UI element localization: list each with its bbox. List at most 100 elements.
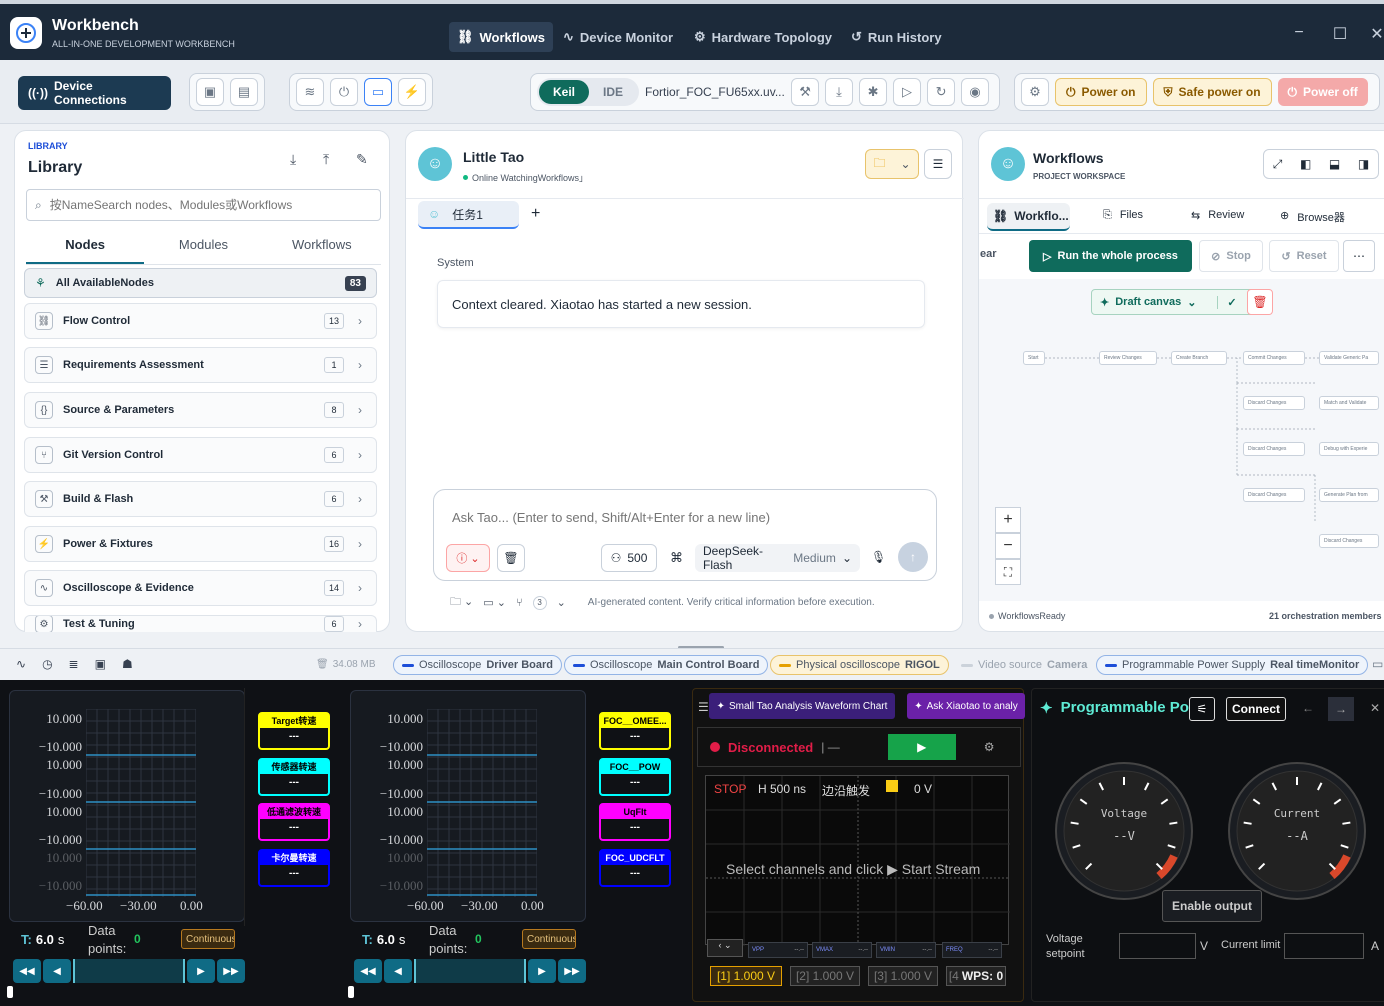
analysis-chart-button[interactable]: ✦ Small Tao Analysis Waveform Chart xyxy=(709,693,895,719)
fast-forward-icon[interactable]: ▶▶ xyxy=(558,959,586,983)
build-icon[interactable]: ⚒ xyxy=(791,78,820,106)
continuous-mode-toggle[interactable]: Continuous xyxy=(522,929,576,949)
channel-select[interactable]: ‹ ⌄ xyxy=(707,939,743,957)
zoom-out-button[interactable]: − xyxy=(995,533,1021,559)
tab-hardware-topology[interactable]: ⚙ Hardware Topology xyxy=(686,22,840,52)
fit-view-icon[interactable]: ⛶ xyxy=(995,559,1021,585)
channel-legend[interactable]: 卡尔曼转速 --- xyxy=(258,849,330,887)
continuous-mode-toggle[interactable]: Continuous xyxy=(181,929,235,949)
voltage-setpoint-input[interactable] xyxy=(1119,933,1196,959)
ide-option[interactable]: IDE xyxy=(589,80,637,104)
device-icon[interactable]: ▭ ⌄ xyxy=(483,596,506,609)
magic-wand-icon[interactable]: ✎ xyxy=(356,151,368,168)
board-icon[interactable]: ▤ xyxy=(230,78,258,106)
more-icon[interactable]: ⋯ xyxy=(1343,240,1375,272)
resize-handle[interactable] xyxy=(348,986,354,998)
library-category[interactable]: ⑂ Git Version Control 6 › xyxy=(24,437,377,473)
step-back-icon[interactable]: ◀ xyxy=(43,959,71,983)
power-icon[interactable]: ⏻ xyxy=(330,78,358,106)
workflow-node[interactable]: Discard Changes xyxy=(1243,396,1305,410)
arrow-left-icon[interactable]: ← xyxy=(1302,701,1314,715)
channel-scale-button[interactable]: [2] 1.000 V xyxy=(790,966,860,986)
workflow-node[interactable]: Start xyxy=(1023,351,1045,365)
clear-button[interactable]: ear xyxy=(980,248,997,260)
tab-device-monitor[interactable]: ∿ Device Monitor xyxy=(555,22,681,52)
channel-scale-button[interactable]: [1] 1.000 V xyxy=(710,966,782,986)
menu-icon[interactable]: ☰ xyxy=(698,700,709,714)
library-category[interactable]: ⚡ Power & Fixtures 16 › xyxy=(24,526,377,562)
chat-tab[interactable]: ☺ 任务1 xyxy=(418,201,519,229)
expand-icon[interactable]: ⤢ xyxy=(1273,157,1283,172)
close-icon[interactable]: ✕ xyxy=(1370,701,1380,715)
tab-modules[interactable]: Modules xyxy=(144,235,262,264)
minimize-button[interactable]: − xyxy=(1288,24,1310,46)
workflow-node[interactable]: Review Changes xyxy=(1099,351,1157,365)
connect-button[interactable]: Connect xyxy=(1226,697,1286,721)
channel-legend[interactable]: 传感器转速 --- xyxy=(258,758,330,796)
current-limit-input[interactable] xyxy=(1284,933,1364,959)
checklist-icon[interactable]: ☰ xyxy=(924,149,952,179)
add-tab-button[interactable]: + xyxy=(531,205,540,223)
channel-legend[interactable]: FOC__OMEE... --- xyxy=(599,712,671,750)
device-connections-button[interactable]: ((·)) Device Connections xyxy=(18,76,171,110)
microphone-icon[interactable]: 🎙 xyxy=(871,550,886,564)
step-forward-icon[interactable]: ▶ xyxy=(187,959,215,983)
workflow-node[interactable]: Create Branch xyxy=(1171,351,1227,365)
sidebar-left-icon[interactable]: ◧ xyxy=(1300,157,1311,171)
channel-scale-button[interactable]: [4 WPS: 0 xyxy=(946,966,1006,986)
reset-icon[interactable]: ↻ xyxy=(927,78,956,106)
camera-icon[interactable]: ▭ xyxy=(364,78,392,106)
tab-run-history[interactable]: ↺ Run History xyxy=(843,22,950,52)
clock-icon[interactable]: ◷ xyxy=(42,657,52,671)
expand-icon[interactable]: ▭ xyxy=(1372,657,1383,671)
run-whole-process-button[interactable]: ▷ Run the whole process xyxy=(1029,240,1192,272)
library-category[interactable]: ⚙ Test & Tuning 6 › xyxy=(24,615,377,632)
workflow-node[interactable]: Discard Changes xyxy=(1243,488,1305,502)
download-icon[interactable]: ⤓ xyxy=(825,78,854,106)
library-category[interactable]: ∿ Oscilloscope & Evidence 14 › xyxy=(24,570,377,606)
alert-dropdown[interactable]: ⓘ ⌄ xyxy=(446,544,490,572)
import-icon[interactable]: ⤓ xyxy=(290,151,296,168)
library-category[interactable]: {} Source & Parameters 8 › xyxy=(24,392,377,428)
token-counter[interactable]: ⚇ 500 xyxy=(601,544,657,572)
device-chip[interactable]: Physical oscilloscope RIGOL xyxy=(770,655,949,675)
safe-power-on-button[interactable]: ⛨ Safe power on xyxy=(1152,78,1272,106)
device-chip[interactable]: Video source Camera xyxy=(952,655,1096,675)
tab-review[interactable]: ⇆ Review xyxy=(1191,209,1244,222)
workflow-node[interactable]: Match and Validate xyxy=(1319,396,1379,410)
attach-icon[interactable]: ⌘ xyxy=(670,550,683,566)
workflow-canvas[interactable]: ✦ Draft canvas ⌄ ✓ 🗑 Start Review Changes … xyxy=(979,279,1384,601)
tab-browser[interactable]: ⊕ Browse器 xyxy=(1280,209,1345,225)
channel-legend[interactable]: FOC_UDCFLT --- xyxy=(599,849,671,887)
workflow-node[interactable]: Discard Changes xyxy=(1319,534,1379,548)
ide-toggle[interactable]: Keil IDE xyxy=(537,78,640,106)
model-select[interactable]: DeepSeek-Flash Medium ⌄ xyxy=(695,544,860,572)
rewind-icon[interactable]: ◀◀ xyxy=(13,959,41,983)
stop-button[interactable]: ⊘ Stop xyxy=(1199,240,1263,272)
tab-files[interactable]: ⎘ Files xyxy=(1103,209,1143,222)
chip-icon[interactable]: ▣ xyxy=(196,78,224,106)
library-all-nodes[interactable]: ⚘ All AvailableNodes 83 xyxy=(24,268,377,298)
keil-option[interactable]: Keil xyxy=(539,80,590,104)
waveform-icon[interactable]: ≋ xyxy=(296,78,324,106)
step-back-icon[interactable]: ◀ xyxy=(384,959,412,983)
probe-icon[interactable]: ⚡ xyxy=(398,78,426,106)
settings-icon[interactable]: ⚙ xyxy=(1021,78,1049,106)
channel-legend[interactable]: Target转速 --- xyxy=(258,712,330,750)
library-category[interactable]: ☰ Requirements Assessment 1 › xyxy=(24,347,377,383)
eye-icon[interactable]: ◉ xyxy=(961,78,990,106)
chevron-down-icon[interactable]: ⌄ xyxy=(557,596,566,609)
enable-output-button[interactable]: Enable output xyxy=(1162,890,1262,922)
export-icon[interactable]: ⤒ xyxy=(323,151,329,168)
device-chip[interactable]: Oscilloscope Main Control Board xyxy=(564,655,769,675)
fast-forward-icon[interactable]: ▶▶ xyxy=(217,959,245,983)
step-forward-icon[interactable]: ▶ xyxy=(528,959,556,983)
workflow-node[interactable]: Debug with Experie xyxy=(1319,442,1379,456)
folder-button[interactable]: 🗀 ⌄ xyxy=(865,149,919,179)
search-input[interactable] xyxy=(49,198,350,212)
debug-icon[interactable]: ✱ xyxy=(859,78,888,106)
reset-button[interactable]: ↺ Reset xyxy=(1269,240,1339,272)
workflow-node[interactable]: Generate Plan from xyxy=(1319,488,1379,502)
image-icon[interactable]: ▣ xyxy=(95,657,106,671)
close-button[interactable]: ✕ xyxy=(1366,24,1384,46)
